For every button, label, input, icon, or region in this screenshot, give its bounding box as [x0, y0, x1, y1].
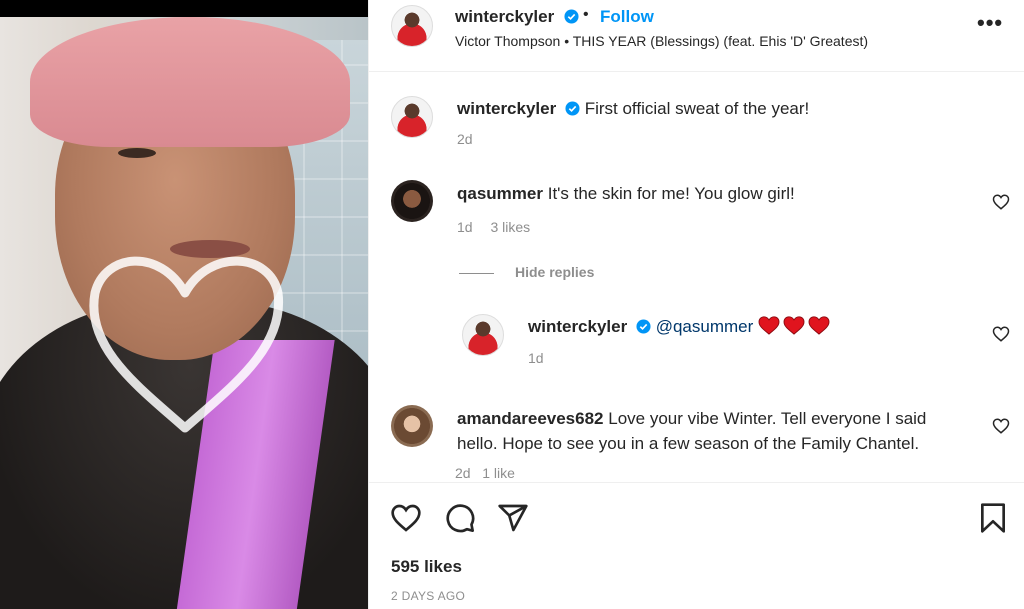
comment-username[interactable]: qasummer: [457, 184, 543, 203]
replies-divider: [459, 273, 494, 274]
follow-button[interactable]: Follow: [600, 7, 654, 27]
post-actions: 595 likes 2 DAYS AGO: [369, 482, 1024, 609]
like-count[interactable]: 595 likes: [391, 557, 462, 577]
left-eye: [118, 148, 156, 158]
like-heart-icon[interactable]: [390, 502, 422, 534]
commenter-avatar[interactable]: [391, 180, 433, 222]
share-icon[interactable]: [497, 502, 529, 534]
audio-track-link[interactable]: Victor Thompson • THIS YEAR (Blessings) …: [455, 33, 868, 49]
reply: winterckyler @qasummer: [528, 314, 833, 339]
reply-time[interactable]: 1d: [528, 350, 544, 366]
caption-username[interactable]: winterckyler: [457, 99, 556, 118]
verified-badge-icon: [636, 319, 651, 334]
reply-username[interactable]: winterckyler: [528, 317, 627, 336]
comment-time[interactable]: 1d: [457, 219, 473, 235]
comment-icon[interactable]: [444, 502, 476, 534]
caption-text: First official sweat of the year!: [584, 99, 810, 118]
post-header: winterckyler • Follow Victor Thompson • …: [369, 0, 1024, 72]
commenter-avatar[interactable]: [391, 405, 433, 447]
comment-meta-partial: 2d 1 like: [455, 464, 635, 478]
red-heart-emoji-icon: [808, 316, 830, 335]
comment-text-line2: hello. Hope to see you in a few season o…: [457, 434, 920, 453]
caption-avatar[interactable]: [391, 96, 433, 138]
red-heart-emoji-icon: [758, 316, 780, 335]
caption-timestamp[interactable]: 2d: [457, 131, 473, 147]
comment: amandareeves682 Love your vibe Winter. T…: [457, 406, 967, 456]
comment-meta-text: 2d 1 like: [455, 465, 515, 478]
caption-time: 2d: [457, 131, 487, 147]
author-avatar[interactable]: [391, 5, 433, 47]
comment-likes[interactable]: 3 likes: [490, 219, 530, 235]
verified-badge-icon: [564, 9, 579, 24]
comment: qasummer It's the skin for me! You glow …: [457, 181, 795, 206]
pink-cap: [30, 17, 350, 147]
red-heart-emoji-icon: [783, 316, 805, 335]
post-date[interactable]: 2 DAYS AGO: [391, 589, 465, 603]
reply-like-heart-icon[interactable]: [992, 325, 1010, 343]
comment-meta: 1d 3 likes: [457, 219, 544, 235]
drawn-heart-sticker: [89, 256, 284, 433]
comment-username[interactable]: amandareeves682: [457, 409, 604, 428]
reply-mention-link[interactable]: @qasummer: [656, 317, 754, 336]
reply-avatar[interactable]: [462, 314, 504, 356]
more-options-icon[interactable]: •••: [977, 10, 1003, 36]
separator-dot: •: [583, 6, 589, 23]
author-username[interactable]: winterckyler: [455, 7, 554, 27]
comment-like-heart-icon[interactable]: [992, 417, 1010, 435]
comment-text: It's the skin for me! You glow girl!: [547, 184, 795, 203]
comment-text-line1: Love your vibe Winter. Tell everyone I s…: [608, 409, 927, 428]
bookmark-icon[interactable]: [977, 502, 1009, 534]
hide-replies-button[interactable]: Hide replies: [515, 264, 594, 280]
verified-badge-icon: [565, 101, 580, 116]
post-panel: winterckyler • Follow Victor Thompson • …: [368, 0, 1024, 609]
media-top-bar: [0, 0, 368, 17]
post-media[interactable]: [0, 0, 368, 609]
reply-meta: 1d: [528, 350, 558, 366]
comment-like-heart-icon[interactable]: [992, 193, 1010, 211]
caption: winterckyler First official sweat of the…: [457, 96, 809, 121]
